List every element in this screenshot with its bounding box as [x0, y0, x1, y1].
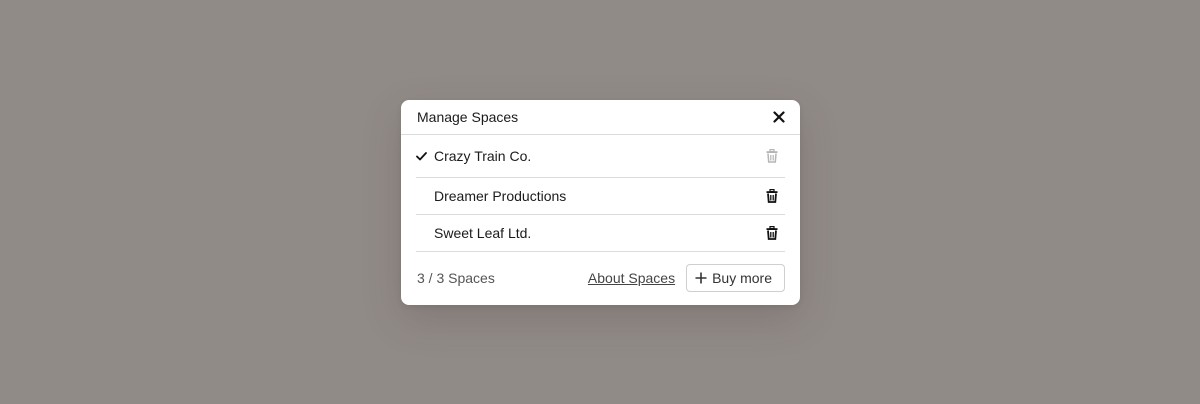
- space-row[interactable]: Dreamer Productions: [416, 178, 785, 215]
- delete-space-button[interactable]: [764, 188, 780, 204]
- space-name: Sweet Leaf Ltd.: [434, 225, 532, 241]
- trash-icon: [766, 149, 778, 163]
- close-button[interactable]: [771, 109, 787, 125]
- space-name: Crazy Train Co.: [434, 148, 532, 164]
- checkmark-icon: [416, 151, 434, 161]
- spaces-list: Crazy Train Co. Dreamer Productions Swee…: [416, 135, 785, 252]
- space-row[interactable]: Crazy Train Co.: [416, 135, 785, 178]
- buy-more-button[interactable]: Buy more: [686, 264, 785, 292]
- space-row[interactable]: Sweet Leaf Ltd.: [416, 215, 785, 252]
- delete-space-button: [764, 148, 780, 164]
- dialog-header: Manage Spaces: [401, 100, 800, 135]
- space-name: Dreamer Productions: [434, 188, 567, 204]
- dialog-title: Manage Spaces: [417, 109, 519, 125]
- delete-space-button[interactable]: [764, 225, 780, 241]
- plus-icon: [695, 272, 707, 284]
- about-spaces-link[interactable]: About Spaces: [588, 270, 675, 286]
- manage-spaces-dialog: Manage Spaces Crazy Train Co. Dreamer Pr…: [401, 100, 800, 305]
- dialog-footer: 3 / 3 Spaces About Spaces Buy more: [401, 252, 800, 304]
- trash-icon: [766, 189, 778, 203]
- trash-icon: [766, 226, 778, 240]
- close-icon: [773, 111, 785, 123]
- buy-more-label: Buy more: [712, 270, 772, 286]
- spaces-count: 3 / 3 Spaces: [417, 270, 495, 286]
